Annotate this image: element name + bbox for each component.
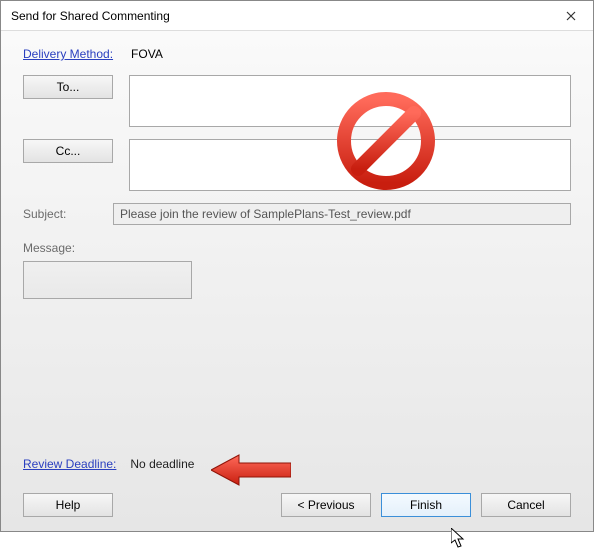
delivery-method-value: FOVA [131, 47, 163, 61]
cursor-icon [451, 528, 467, 548]
subject-field [113, 203, 571, 225]
delivery-row: Delivery Method: FOVA [23, 47, 571, 61]
finish-button[interactable]: Finish [381, 493, 471, 517]
cancel-button[interactable]: Cancel [481, 493, 571, 517]
subject-row: Subject: [23, 203, 571, 225]
button-row: Help < Previous Finish Cancel [23, 493, 571, 517]
message-row: Message: [23, 237, 571, 299]
spacer [23, 305, 571, 457]
deadline-row: Review Deadline: No deadline [23, 457, 571, 471]
subject-label: Subject: [23, 203, 113, 221]
cc-row: Cc... [23, 139, 571, 191]
review-deadline-link[interactable]: Review Deadline: [23, 457, 116, 471]
previous-button[interactable]: < Previous [281, 493, 371, 517]
message-label: Message: [23, 237, 113, 255]
delivery-method-link[interactable]: Delivery Method: [23, 47, 113, 61]
dialog-window: Send for Shared Commenting Delivery Meth… [0, 0, 594, 532]
close-button[interactable] [548, 1, 593, 31]
to-field[interactable] [129, 75, 571, 127]
window-title: Send for Shared Commenting [11, 9, 548, 23]
help-button[interactable]: Help [23, 493, 113, 517]
to-button[interactable]: To... [23, 75, 113, 99]
titlebar: Send for Shared Commenting [1, 1, 593, 31]
cc-button[interactable]: Cc... [23, 139, 113, 163]
to-row: To... [23, 75, 571, 127]
message-field[interactable] [23, 261, 192, 299]
cc-field[interactable] [129, 139, 571, 191]
close-icon [566, 8, 576, 24]
dialog-body: Delivery Method: FOVA To... Cc... Subjec… [1, 31, 593, 531]
review-deadline-value: No deadline [130, 457, 194, 471]
